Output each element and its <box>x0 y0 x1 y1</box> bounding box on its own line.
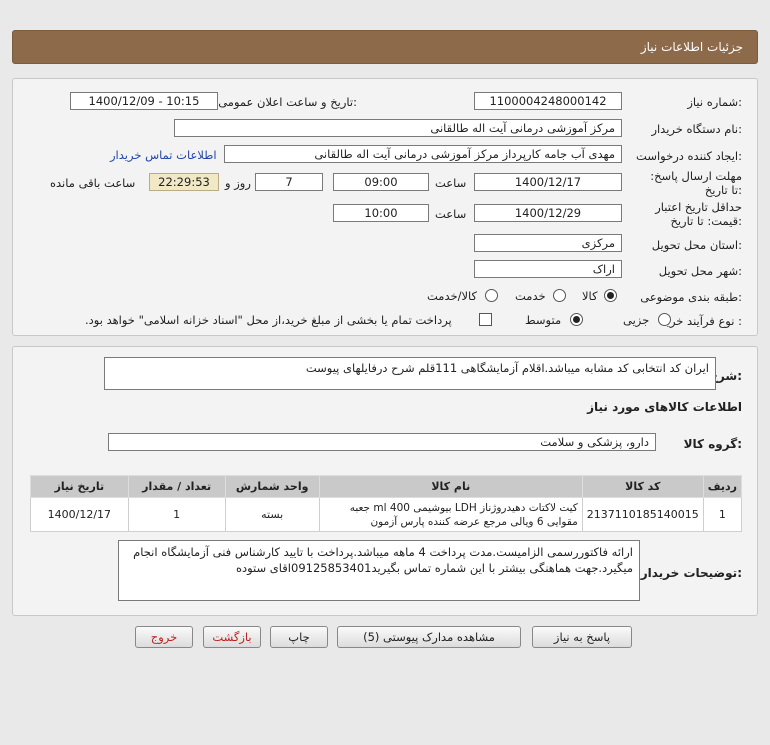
goods-table-header: ردیف کد کالا نام کالا واحد شمارش تعداد /… <box>30 475 743 498</box>
goods-table: ردیف کد کالا نام کالا واحد شمارش تعداد /… <box>30 475 743 532</box>
province-field: مرکزی <box>474 234 622 252</box>
validity-date-field: 1400/12/29 <box>474 204 622 222</box>
cell-name: کیت لاکتات دهیدروژناز LDH بیوشیمی 400 ml… <box>318 497 583 532</box>
col-qty: تعداد / مقدار <box>127 475 226 498</box>
table-row: 1 2137110185140015 کیت لاکتات دهیدروژناز… <box>30 497 743 532</box>
validity-time-field: 10:00 <box>333 204 429 222</box>
creator-field: مهدی آب جامه کارپرداز مرکز آموزشی درمانی… <box>224 145 622 163</box>
buyer-org-label: نام دستگاه خریدار: <box>651 122 742 136</box>
need-number-label: شماره نیاز: <box>687 95 742 109</box>
category-goods-label: کالا <box>582 289 598 303</box>
col-row: ردیف <box>702 475 743 498</box>
col-date: تاریخ نیاز <box>30 475 129 498</box>
category-service-label: خدمت <box>515 289 546 303</box>
reply-deadline-label: مهلت ارسال پاسخ: تا تاریخ: <box>650 169 742 197</box>
city-field: اراک <box>474 260 622 278</box>
remaining-days-field: 7 <box>255 173 323 191</box>
process-medium-label: متوسط <box>525 313 562 327</box>
buyer-notes-label: توضیحات خریدار: <box>640 566 742 580</box>
cell-date: 1400/12/17 <box>30 497 129 532</box>
buyer-notes-field: ارائه فاکتوررسمی الزامیست.مدت پرداخت 4 م… <box>118 540 640 601</box>
city-label: شهر محل تحویل: <box>658 264 742 278</box>
announce-datetime-label: تاریخ و ساعت اعلان عمومی: <box>218 95 357 109</box>
process-label: نوع فرآیند خرید : <box>660 314 742 328</box>
col-name: نام کالا <box>318 475 583 498</box>
page-title: جزئیات اطلاعات نیاز <box>640 40 743 54</box>
process-medium-radio[interactable] <box>570 313 583 326</box>
category-label: طبقه بندی موضوعی: <box>640 290 742 304</box>
description-field: ایران کد انتخابی کد مشابه میباشد.اقلام آ… <box>104 357 716 390</box>
cell-row: 1 <box>702 497 743 532</box>
category-goods-radio[interactable] <box>604 289 617 302</box>
reply-date-field: 1400/12/17 <box>474 173 622 191</box>
exit-button[interactable]: خروج <box>135 626 193 648</box>
treasury-note: پرداخت تمام یا بخشی از مبلغ خرید،از محل … <box>85 313 452 327</box>
remaining-time-field: 22:29:53 <box>149 173 219 191</box>
validity-time-label: ساعت <box>435 207 467 221</box>
category-goods-service-radio[interactable] <box>485 289 498 302</box>
buyer-contact-link[interactable]: اطلاعات تماس خریدار <box>110 148 217 162</box>
province-label: استان محل تحویل: <box>651 238 742 252</box>
goods-group-label: گروه کالا: <box>683 437 742 451</box>
reply-time-field: 09:00 <box>333 173 429 191</box>
print-button[interactable]: چاپ <box>270 626 328 648</box>
goods-section-title: اطلاعات کالاهای مورد نیاز <box>587 400 742 414</box>
attachments-button[interactable]: مشاهده مدارک پیوستی (5) <box>337 626 521 648</box>
announce-datetime-field: 1400/12/09 - 10:15 <box>70 92 218 110</box>
category-goods-service-label: کالا/خدمت <box>427 289 478 303</box>
treasury-checkbox[interactable] <box>479 313 492 326</box>
back-button[interactable]: بازگشت <box>203 626 261 648</box>
process-minor-radio[interactable] <box>658 313 671 326</box>
remaining-time-label: ساعت باقی مانده <box>50 176 136 190</box>
price-validity-label: حداقل تاریخ اعتبار قیمت: تا تاریخ: <box>655 200 742 228</box>
buyer-org-field: مرکز آموزشی درمانی آیت اله طالقانی <box>174 119 622 137</box>
cell-code: 2137110185140015 <box>581 497 704 532</box>
cell-unit: بسته <box>224 497 320 532</box>
process-minor-label: جزیی <box>623 313 650 327</box>
reply-button[interactable]: پاسخ به نیاز <box>532 626 632 648</box>
col-unit: واحد شمارش <box>224 475 320 498</box>
col-code: کد کالا <box>581 475 704 498</box>
page-header: جزئیات اطلاعات نیاز <box>12 30 758 64</box>
goods-group-field: دارو، پزشکی و سلامت <box>108 433 656 451</box>
reply-time-label: ساعت <box>435 176 467 190</box>
creator-label: ایجاد کننده درخواست: <box>636 149 742 163</box>
need-number-field: 1100004248000142 <box>474 92 622 110</box>
category-service-radio[interactable] <box>553 289 566 302</box>
days-label: روز و <box>225 176 251 190</box>
cell-qty: 1 <box>127 497 226 532</box>
